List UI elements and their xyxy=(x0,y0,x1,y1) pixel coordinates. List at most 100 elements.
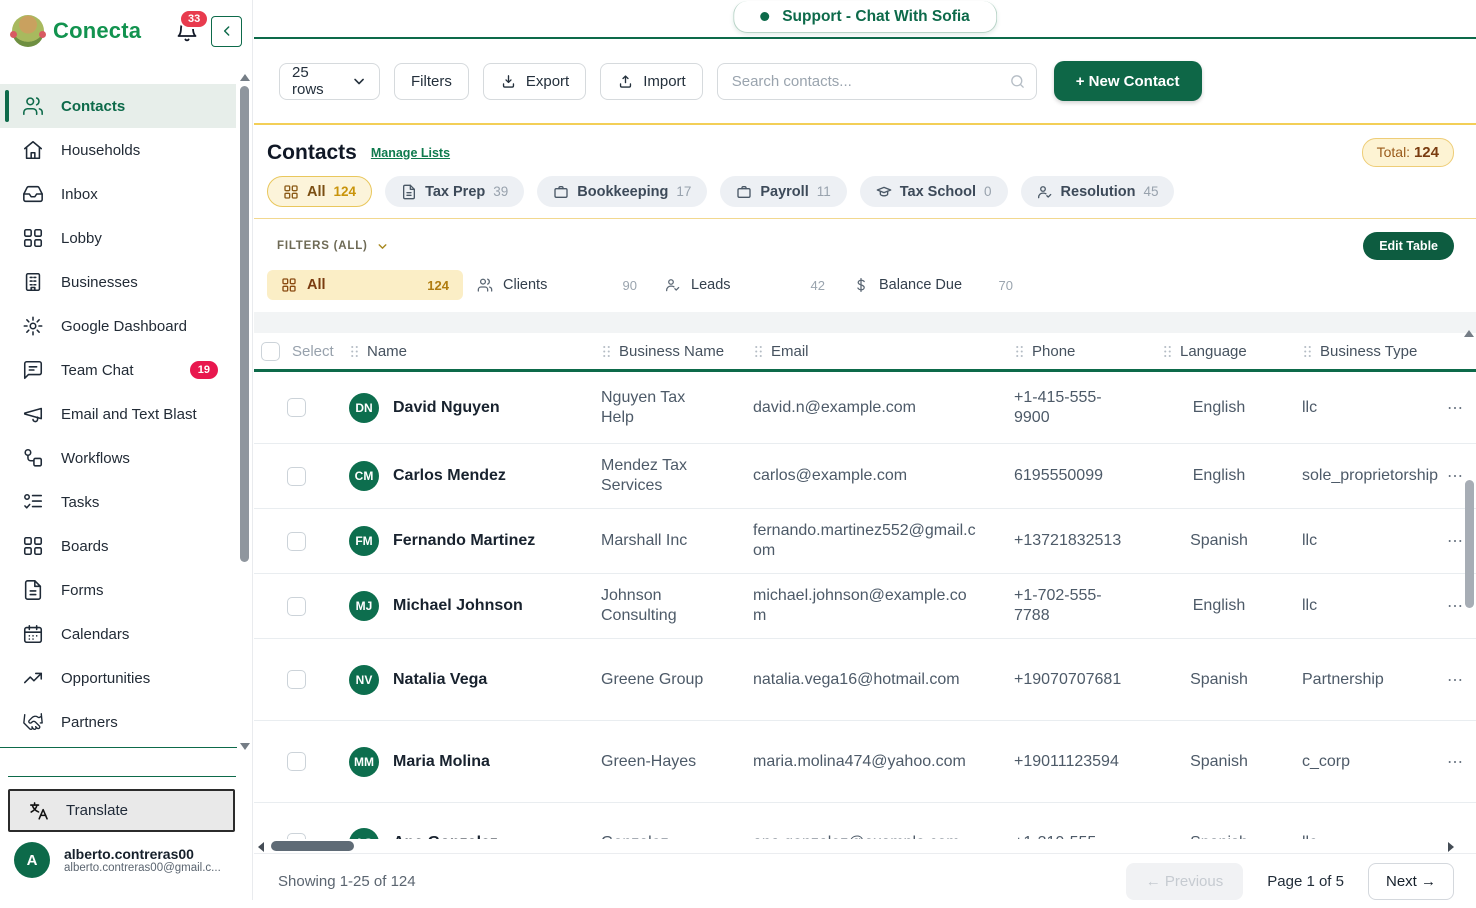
column-header-name[interactable]: Name xyxy=(349,343,601,360)
filters-dropdown-label: FILTERS (ALL) xyxy=(277,240,368,252)
sidebar-item-lobby[interactable]: Lobby xyxy=(0,216,236,260)
phone-cell: +1-415-555-9900 xyxy=(1014,388,1126,428)
vertical-scrollbar-thumb[interactable] xyxy=(1465,480,1474,608)
row-checkbox[interactable] xyxy=(287,670,306,689)
vertical-scrollbar[interactable] xyxy=(1464,330,1475,830)
import-button[interactable]: Import xyxy=(600,63,703,100)
drag-handle-icon[interactable] xyxy=(1014,344,1025,359)
support-chat-button[interactable]: Support - Chat With Sofia xyxy=(733,1,997,33)
column-header-phone[interactable]: Phone xyxy=(1014,343,1162,360)
translate-button[interactable]: Translate xyxy=(8,789,235,832)
sidebar-scrollbar[interactable] xyxy=(239,74,250,750)
horizontal-scrollbar[interactable] xyxy=(254,839,1476,853)
sidebar-item-email-text-blast[interactable]: Email and Text Blast xyxy=(0,392,236,436)
filters-button[interactable]: Filters xyxy=(394,63,469,100)
filter-pill-all[interactable]: All 124 xyxy=(267,270,463,300)
sidebar-item-calendars[interactable]: Calendars xyxy=(0,612,236,656)
scroll-left-arrow-icon[interactable] xyxy=(258,842,264,852)
column-header-language[interactable]: Language xyxy=(1162,343,1302,360)
previous-page-button[interactable]: ← Previous xyxy=(1126,863,1244,900)
sidebar-item-opportunities[interactable]: Opportunities xyxy=(0,656,236,700)
filter-pill-leads[interactable]: Leads 42 xyxy=(651,270,839,300)
next-page-button[interactable]: Next → xyxy=(1368,863,1454,900)
tab-tax-prep[interactable]: Tax Prep 39 xyxy=(385,176,524,207)
table-body: DN David Nguyen Nguyen Tax Help david.n@… xyxy=(254,372,1476,839)
filter-pill-balance-due[interactable]: Balance Due 70 xyxy=(839,270,1027,300)
contact-name[interactable]: Michael Johnson xyxy=(393,597,523,615)
drag-handle-icon[interactable] xyxy=(349,344,360,359)
tab-count: 17 xyxy=(676,184,691,199)
row-checkbox[interactable] xyxy=(287,398,306,417)
row-checkbox[interactable] xyxy=(287,532,306,551)
sidebar-item-partners[interactable]: Partners xyxy=(0,700,236,744)
sidebar-scrollbar-thumb[interactable] xyxy=(240,86,249,562)
contact-name[interactable]: Carlos Mendez xyxy=(393,467,506,485)
scroll-up-arrow-icon[interactable] xyxy=(1464,330,1474,337)
contact-name[interactable]: Maria Molina xyxy=(393,753,490,771)
filter-pill-count: 90 xyxy=(623,278,637,293)
graduation-cap-icon xyxy=(876,184,892,200)
row-checkbox[interactable] xyxy=(287,752,306,771)
email-cell: michael.johnson@example.com xyxy=(753,586,977,626)
column-header-email[interactable]: Email xyxy=(753,343,1014,360)
scroll-up-arrow-icon[interactable] xyxy=(240,74,250,81)
tab-resolution[interactable]: Resolution 45 xyxy=(1021,176,1175,207)
horizontal-scrollbar-thumb[interactable] xyxy=(271,841,354,851)
manage-lists-link[interactable]: Manage Lists xyxy=(371,146,450,160)
drag-handle-icon[interactable] xyxy=(601,344,612,359)
user-info: alberto.contreras00 alberto.contreras00@… xyxy=(64,846,221,874)
new-contact-button[interactable]: + New Contact xyxy=(1054,61,1202,101)
filters-dropdown[interactable]: FILTERS (ALL) xyxy=(277,240,389,253)
sidebar-collapse-button[interactable] xyxy=(211,16,242,47)
table-row[interactable]: MJ Michael Johnson Johnson Consulting mi… xyxy=(254,574,1476,639)
business-name-cell: Johnson Consulting xyxy=(601,586,709,626)
sidebar-item-households[interactable]: Households xyxy=(0,128,236,172)
sidebar-item-contacts[interactable]: Contacts xyxy=(0,84,236,128)
user-profile[interactable]: A alberto.contreras00 alberto.contreras0… xyxy=(14,842,244,878)
tab-bookkeeping[interactable]: Bookkeeping 17 xyxy=(537,176,707,207)
import-button-label: Import xyxy=(643,73,686,90)
scroll-down-arrow-icon[interactable] xyxy=(240,743,250,750)
row-checkbox[interactable] xyxy=(287,597,306,616)
filter-pill-clients[interactable]: Clients 90 xyxy=(463,270,651,300)
table-row[interactable]: CM Carlos Mendez Mendez Tax Services car… xyxy=(254,444,1476,509)
search-input[interactable] xyxy=(717,63,1037,100)
tab-tax-school[interactable]: Tax School 0 xyxy=(860,176,1008,207)
edit-table-button[interactable]: Edit Table xyxy=(1363,232,1454,260)
sidebar-item-forms[interactable]: Forms xyxy=(0,568,236,612)
sidebar-item-boards[interactable]: Boards xyxy=(0,524,236,568)
table-row[interactable]: DN David Nguyen Nguyen Tax Help david.n@… xyxy=(254,372,1476,444)
drag-handle-icon[interactable] xyxy=(1302,344,1313,359)
sidebar-item-google-dashboard[interactable]: Google Dashboard xyxy=(0,304,236,348)
table-row[interactable]: FM Fernando Martinez Marshall Inc fernan… xyxy=(254,509,1476,574)
column-header-business-type[interactable]: Business Type xyxy=(1302,343,1447,360)
notifications-button[interactable]: 33 xyxy=(175,19,199,43)
sidebar-item-tasks[interactable]: Tasks xyxy=(0,480,236,524)
select-all-checkbox[interactable] xyxy=(261,342,280,361)
row-checkbox[interactable] xyxy=(287,467,306,486)
sidebar-item-label: Team Chat xyxy=(61,362,134,379)
sidebar: Conecta 33 Contacts Households Inbox xyxy=(0,0,253,900)
export-button[interactable]: Export xyxy=(483,63,586,100)
drag-handle-icon[interactable] xyxy=(1162,344,1173,359)
table-row[interactable]: NV Natalia Vega Greene Group natalia.veg… xyxy=(254,639,1476,721)
phone-cell: +13721832513 xyxy=(1014,531,1126,551)
sidebar-item-inbox[interactable]: Inbox xyxy=(0,172,236,216)
rows-per-page-select[interactable]: 25 rows xyxy=(279,63,380,100)
business-type-cell: sole_proprietorship xyxy=(1302,466,1447,486)
contact-name[interactable]: David Nguyen xyxy=(393,399,500,417)
tab-all[interactable]: All 124 xyxy=(267,176,372,207)
column-header-business-name[interactable]: Business Name xyxy=(601,343,753,360)
contact-name[interactable]: Fernando Martinez xyxy=(393,532,535,550)
sidebar-item-workflows[interactable]: Workflows xyxy=(0,436,236,480)
scroll-right-arrow-icon[interactable] xyxy=(1448,842,1454,852)
language-cell: English xyxy=(1162,596,1302,616)
table-row[interactable]: MM Maria Molina Green-Hayes maria.molina… xyxy=(254,721,1476,803)
table-row[interactable]: AG Ana Gonzalez Gonzalez ana.gonzalez@ex… xyxy=(254,803,1476,839)
tab-payroll[interactable]: Payroll 11 xyxy=(720,176,846,207)
sidebar-item-businesses[interactable]: Businesses xyxy=(0,260,236,304)
business-type-cell: Partnership xyxy=(1302,670,1447,690)
sidebar-item-team-chat[interactable]: Team Chat 19 xyxy=(0,348,236,392)
contact-name[interactable]: Natalia Vega xyxy=(393,671,487,689)
drag-handle-icon[interactable] xyxy=(753,344,764,359)
